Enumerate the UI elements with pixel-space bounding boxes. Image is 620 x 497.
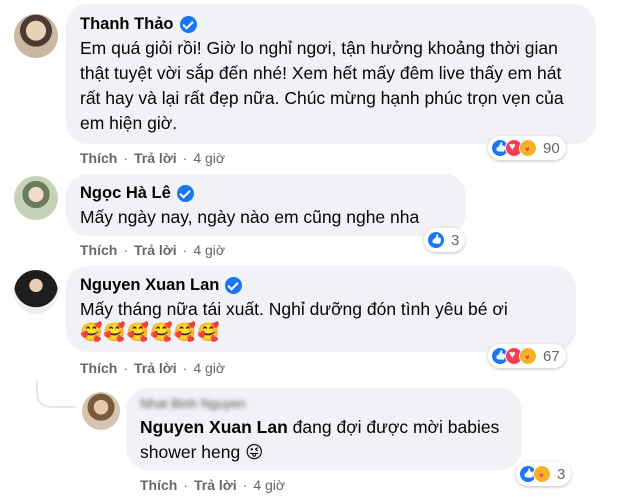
comment-author-blurred[interactable]: Nhat Binh Nguyen [140, 396, 508, 411]
care-reaction-icon [519, 139, 537, 157]
comment-author[interactable]: Ngọc Hà Lê [80, 184, 171, 203]
smiling-face-with-hearts-emoji: 🥰🥰🥰🥰🥰🥰 [80, 322, 221, 342]
reply-button[interactable]: Trả lời [134, 242, 177, 258]
separator: · [123, 360, 129, 376]
comment-author[interactable]: Thanh Thảo [80, 15, 174, 34]
comment-actions: Thích · Trả lời · 4 giờ [80, 150, 225, 166]
reaction-summary[interactable]: 3 [516, 462, 572, 486]
reaction-summary[interactable]: 67 [488, 344, 566, 368]
comment-text: Mấy tháng nữa tái xuất. Nghỉ dưỡng đón t… [80, 299, 508, 319]
comment-ngoc-ha-le: Ngọc Hà Lê Mấy ngày nay, ngày nào em cũn… [0, 170, 620, 260]
comment-time[interactable]: 4 giờ [253, 477, 285, 493]
separator: · [182, 150, 188, 166]
reaction-count: 90 [543, 139, 560, 157]
comment-actions: Thích · Trả lời · 4 giờ [80, 360, 225, 376]
separator: · [183, 477, 189, 493]
verified-badge-icon [176, 185, 194, 202]
comment-nguyen-xuan-lan: Nguyen Xuan Lan Mấy tháng nữa tái xuất. … [0, 262, 620, 382]
comment-bubble: Ngọc Hà Lê Mấy ngày nay, ngày nào em cũn… [66, 174, 466, 236]
avatar[interactable] [14, 14, 58, 58]
reaction-summary[interactable]: 3 [424, 228, 466, 252]
comment-author[interactable]: Nguyen Xuan Lan [80, 276, 219, 295]
reaction-count: 3 [451, 231, 460, 249]
comment-bubble: Nguyen Xuan Lan Mấy tháng nữa tái xuất. … [66, 266, 576, 352]
separator: · [123, 242, 129, 258]
like-button[interactable]: Thích [140, 477, 177, 493]
verified-badge-icon [179, 16, 197, 33]
comment-text: Nguyen Xuan Lan đang đợi được mời babies… [140, 415, 508, 465]
like-button[interactable]: Thích [80, 150, 117, 166]
mention-tag[interactable]: Nguyen Xuan Lan [140, 417, 288, 437]
separator: · [182, 242, 188, 258]
comment-actions: Thích · Trả lời · 4 giờ [80, 242, 225, 258]
care-reaction-icon [519, 347, 537, 365]
reply-button[interactable]: Trả lời [134, 150, 177, 166]
comment-bubble: Nhat Binh Nguyen Nguyen Xuan Lan đang đợ… [126, 388, 522, 470]
reply-button[interactable]: Trả lời [134, 360, 177, 376]
reaction-summary[interactable]: 90 [488, 136, 566, 160]
like-reaction-icon [427, 231, 445, 249]
comment-text: Mấy ngày nay, ngày nào em cũng nghe nha [80, 207, 420, 227]
comment-text: Em quá giỏi rồi! Giờ lo nghỉ ngơi, tận h… [80, 38, 564, 133]
separator: · [123, 150, 129, 166]
avatar[interactable] [14, 270, 58, 314]
reaction-count: 67 [543, 347, 560, 365]
separator: · [182, 360, 188, 376]
winking-face-with-tongue-emoji: 😜 [245, 442, 264, 462]
avatar[interactable] [82, 392, 120, 430]
care-reaction-icon [533, 465, 551, 483]
comment-time[interactable]: 4 giờ [193, 360, 225, 376]
separator: · [242, 477, 248, 493]
comment-time[interactable]: 4 giờ [193, 242, 225, 258]
like-button[interactable]: Thích [80, 360, 117, 376]
reply-button[interactable]: Trả lời [194, 477, 237, 493]
comment-actions: Thích · Trả lời · 4 giờ [140, 477, 285, 493]
like-button[interactable]: Thích [80, 242, 117, 258]
avatar[interactable] [14, 176, 58, 220]
reply-comment: Nhat Binh Nguyen Nguyen Xuan Lan đang đợ… [0, 384, 620, 497]
comment-time[interactable]: 4 giờ [193, 150, 225, 166]
reaction-count: 3 [557, 465, 566, 483]
comment-thanh-thao: Thanh Thảo Em quá giỏi rồi! Giờ lo nghỉ … [0, 0, 620, 170]
comment-bubble: Thanh Thảo Em quá giỏi rồi! Giờ lo nghỉ … [66, 4, 596, 144]
verified-badge-icon [225, 277, 243, 294]
